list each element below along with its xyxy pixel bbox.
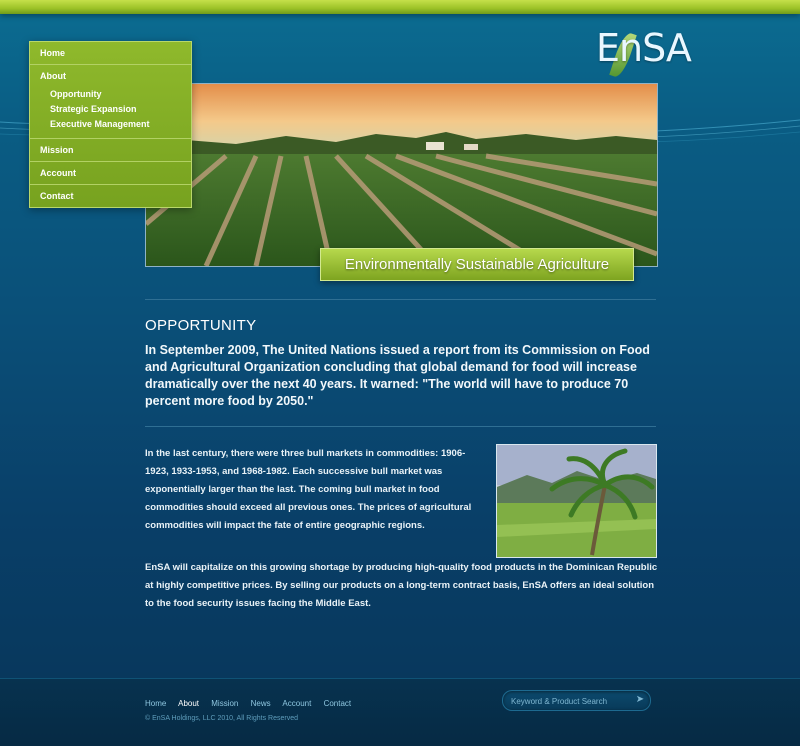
copyright-text: © EnSA Holdings, LLC 2010, All Rights Re… [145,715,299,722]
footer-link-news[interactable]: News [251,699,271,708]
logo-text: EnSA [596,26,692,70]
footer-link-mission[interactable]: Mission [211,699,238,708]
footer-link-contact[interactable]: Contact [324,699,352,708]
search-input[interactable] [509,693,633,709]
nav-item-mission[interactable]: Mission [30,139,191,162]
farm-field-illustration [146,84,657,266]
nav-item-account[interactable]: Account [30,162,191,185]
divider [145,426,656,427]
search-box: ➤ [502,690,651,711]
divider [145,299,656,300]
body-paragraph-2: EnSA will capitalize on this growing sho… [145,562,658,609]
page-title: OPPORTUNITY [145,317,257,334]
ensa-logo[interactable]: EnSA [596,22,692,80]
nav-item-home[interactable]: Home [30,42,191,65]
footer-link-account[interactable]: Account [282,699,311,708]
footer-link-home[interactable]: Home [145,699,166,708]
footer-link-about[interactable]: About [178,699,199,708]
nav-item-about[interactable]: About [30,65,191,87]
palm-tree-photo [496,444,657,558]
palm-landscape-illustration [497,445,656,557]
top-accent-bar [0,0,800,14]
intro-paragraph: In September 2009, The United Nations is… [145,343,650,408]
hero-banner: Environmentally Sustainable Agriculture [320,248,634,281]
body-paragraph-1: In the last century, there were three bu… [145,448,472,531]
site-footer: Home About Mission News Account Contact … [0,678,800,746]
hero-image [145,83,658,267]
nav-subitem-executive-management[interactable]: Executive Management [30,117,191,132]
footer-nav: Home About Mission News Account Contact [145,699,361,708]
sidebar-nav: Home About Opportunity Strategic Expansi… [29,41,192,208]
nav-item-contact[interactable]: Contact [30,185,191,207]
nav-group-about: About Opportunity Strategic Expansion Ex… [30,65,191,139]
nav-subitem-opportunity[interactable]: Opportunity [30,87,191,102]
search-go-icon[interactable]: ➤ [634,694,646,706]
nav-subitem-strategic-expansion[interactable]: Strategic Expansion [30,102,191,117]
